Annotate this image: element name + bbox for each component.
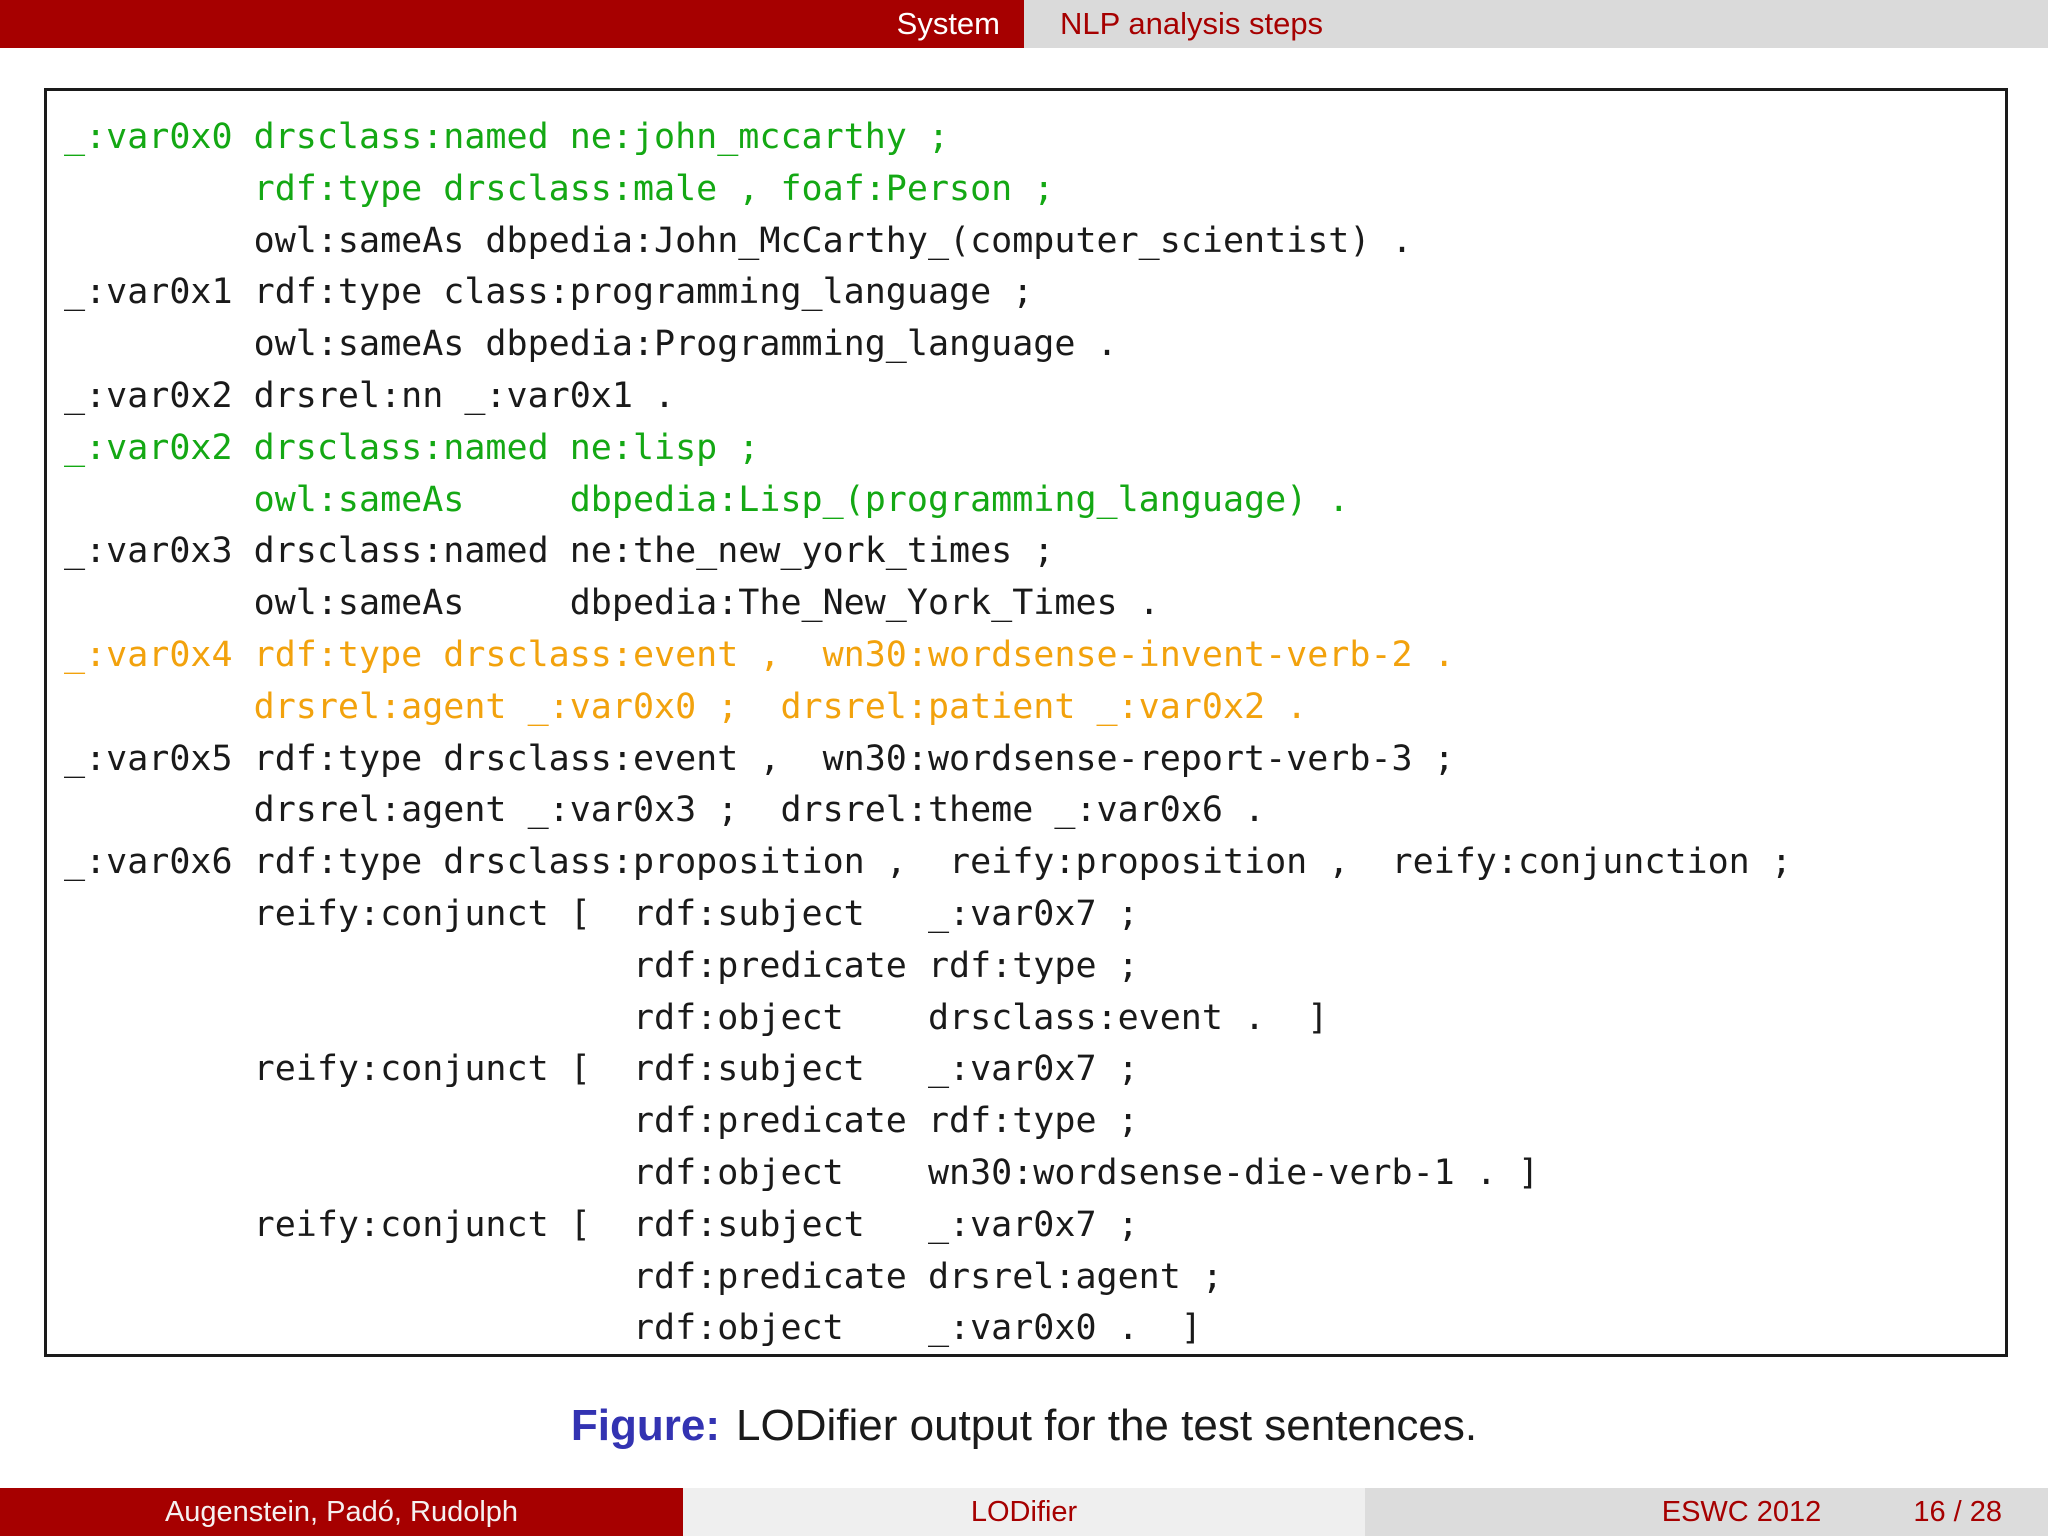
- code-line: _:var0x3 drsclass:named ne:the_new_york_…: [64, 531, 1055, 572]
- code-line: _:var0x0 drsclass:named ne:john_mccarthy…: [64, 117, 950, 157]
- code-line: _:var0x2 drsclass:named ne:lisp ;: [64, 427, 760, 468]
- code-block: _:var0x0 drsclass:named ne:john_mccarthy…: [44, 88, 2008, 1357]
- code-line: _:var0x5 rdf:type drsclass:event , wn30:…: [64, 738, 1455, 779]
- code-line: reify:conjunct [ rdf:subject _:var0x7 ;: [64, 893, 1139, 934]
- figure-caption-text: LODifier output for the test sentences.: [736, 1401, 1478, 1450]
- code-line: drsrel:agent _:var0x3 ; drsrel:theme _:v…: [64, 790, 1266, 831]
- code-line: rdf:predicate rdf:type ;: [64, 945, 1139, 986]
- header-subsection-label: NLP analysis steps: [1060, 6, 1324, 41]
- footer-authors-segment: Augenstein, Padó, Rudolph: [0, 1488, 683, 1536]
- footer-slide-number: 16 / 28: [1913, 1495, 2002, 1528]
- header-section-label: System: [896, 6, 1000, 41]
- figure-caption-label: Figure:: [570, 1401, 721, 1450]
- code-line: owl:sameAs dbpedia:The_New_York_Times .: [64, 583, 1160, 624]
- code-line: _:var0x2 drsrel:nn _:var0x1 .: [64, 375, 676, 416]
- presentation-slide: System NLP analysis steps _:var0x0 drscl…: [0, 0, 2048, 1536]
- code-line: _:var0x6 rdf:type drsclass:proposition ,…: [64, 842, 1792, 883]
- code-line: rdf:object drsclass:event . ]: [64, 997, 1329, 1038]
- code-line: rdf:object _:var0x0 . ]: [64, 1308, 1202, 1349]
- code-line: reify:conjunct [ rdf:subject _:var0x7 ;: [64, 1204, 1139, 1245]
- code-line: _:var0x1 rdf:type class:programming_lang…: [64, 272, 1034, 313]
- code-line: rdf:object wn30:wordsense-die-verb-1 . ]: [64, 1152, 1540, 1193]
- slide-footer-bar: Augenstein, Padó, Rudolph LODifier ESWC …: [0, 1488, 2048, 1536]
- header-section-segment: System: [0, 0, 1024, 48]
- slide-header-bar: System NLP analysis steps: [0, 0, 2048, 48]
- code-line: rdf:type drsclass:male , foaf:Person ;: [64, 168, 1055, 209]
- code-line: rdf:predicate drsrel:agent ;: [64, 1256, 1223, 1297]
- code-line: owl:sameAs dbpedia:Lisp_(programming_lan…: [64, 479, 1350, 520]
- code-line: owl:sameAs dbpedia:John_McCarthy_(comput…: [64, 220, 1413, 261]
- footer-title-label: LODifier: [970, 1495, 1078, 1528]
- footer-info-segment: ESWC 2012 16 / 28: [1365, 1488, 2048, 1536]
- code-line: owl:sameAs dbpedia:Programming_language …: [64, 324, 1118, 365]
- footer-title-segment: LODifier: [683, 1488, 1365, 1536]
- header-subsection-segment: NLP analysis steps: [1024, 0, 2048, 48]
- footer-conference-label: ESWC 2012: [1661, 1495, 1822, 1528]
- code-line: reify:conjunct [ rdf:subject _:var0x7 ;: [64, 1049, 1139, 1090]
- code-line: _:var0x4 rdf:type drsclass:event , wn30:…: [64, 634, 1455, 675]
- code-line: rdf:predicate rdf:type ;: [64, 1101, 1139, 1142]
- code-line: drsrel:agent _:var0x0 ; drsrel:patient _…: [64, 686, 1308, 727]
- figure-caption: Figure: LODifier output for the test sent…: [0, 1396, 2048, 1456]
- footer-authors-label: Augenstein, Padó, Rudolph: [164, 1495, 519, 1528]
